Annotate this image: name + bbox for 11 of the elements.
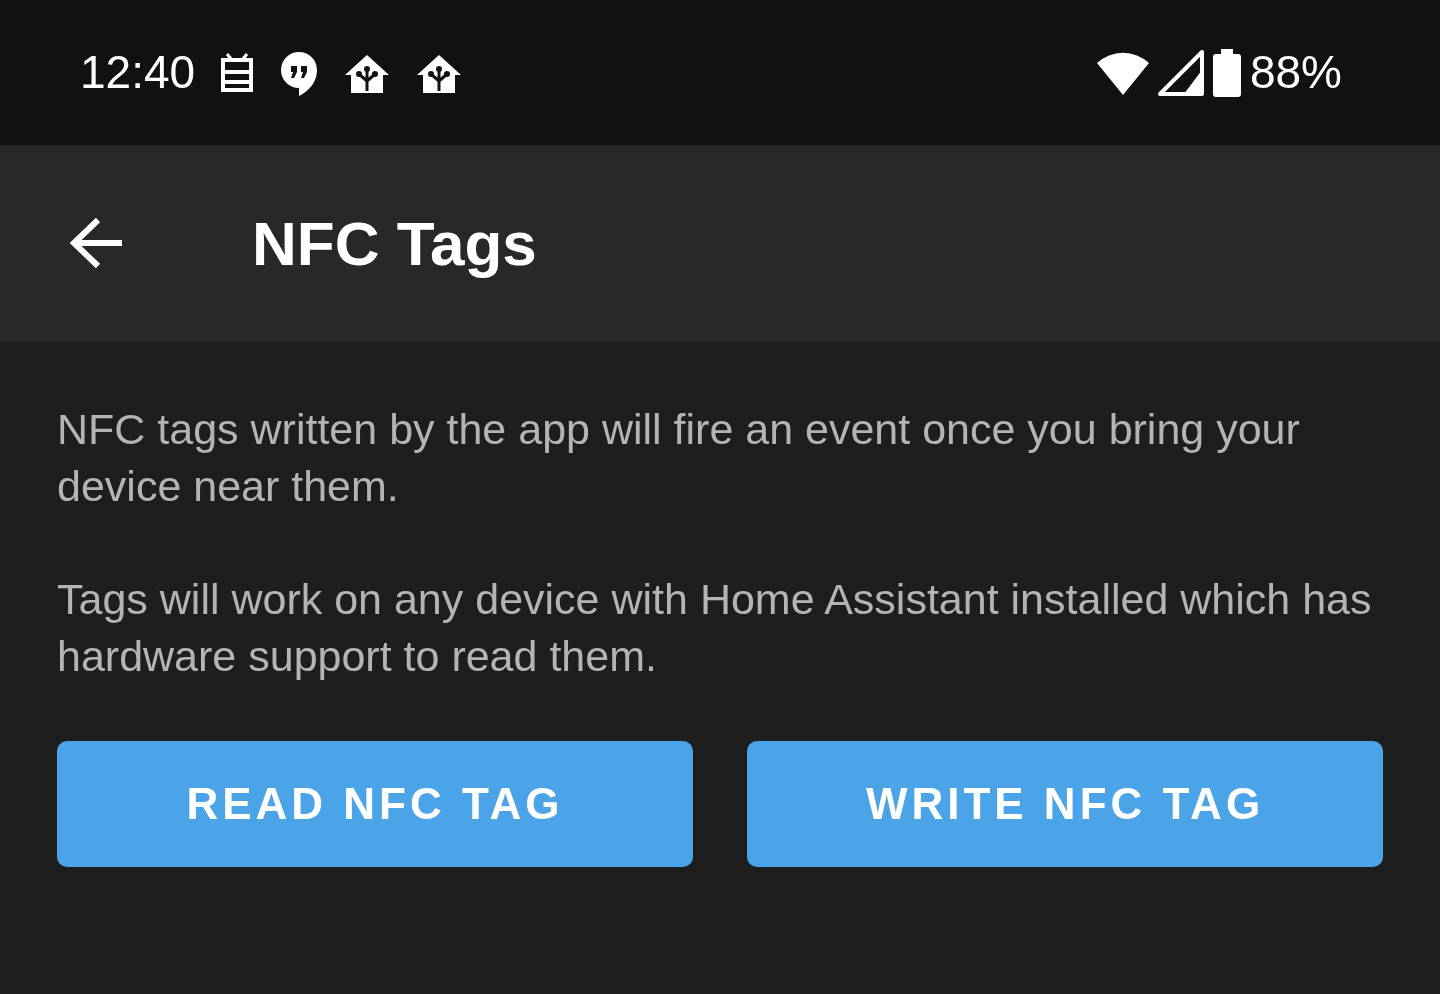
description-text: Tags will work on any device with Home Assistant installed which has hardware support to read them. xyxy=(57,574,1373,682)
battery-icon xyxy=(1211,48,1242,97)
nfc-tag-button[interactable]: READ NFC TAG xyxy=(57,741,693,867)
nfc-tag-button[interactable]: WRITE NFC TAG xyxy=(747,741,1383,867)
clock-time: 12:40 xyxy=(80,45,196,100)
wifi-icon xyxy=(1095,50,1150,95)
signal-icon xyxy=(1157,49,1204,96)
battery-level: 88% xyxy=(1249,45,1342,100)
chat-bubble-icon xyxy=(279,49,320,96)
description-text: NFC tags written by the app will fire an event once you bring your device near them. xyxy=(57,404,1301,512)
page-title: NFC Tags xyxy=(252,207,537,280)
